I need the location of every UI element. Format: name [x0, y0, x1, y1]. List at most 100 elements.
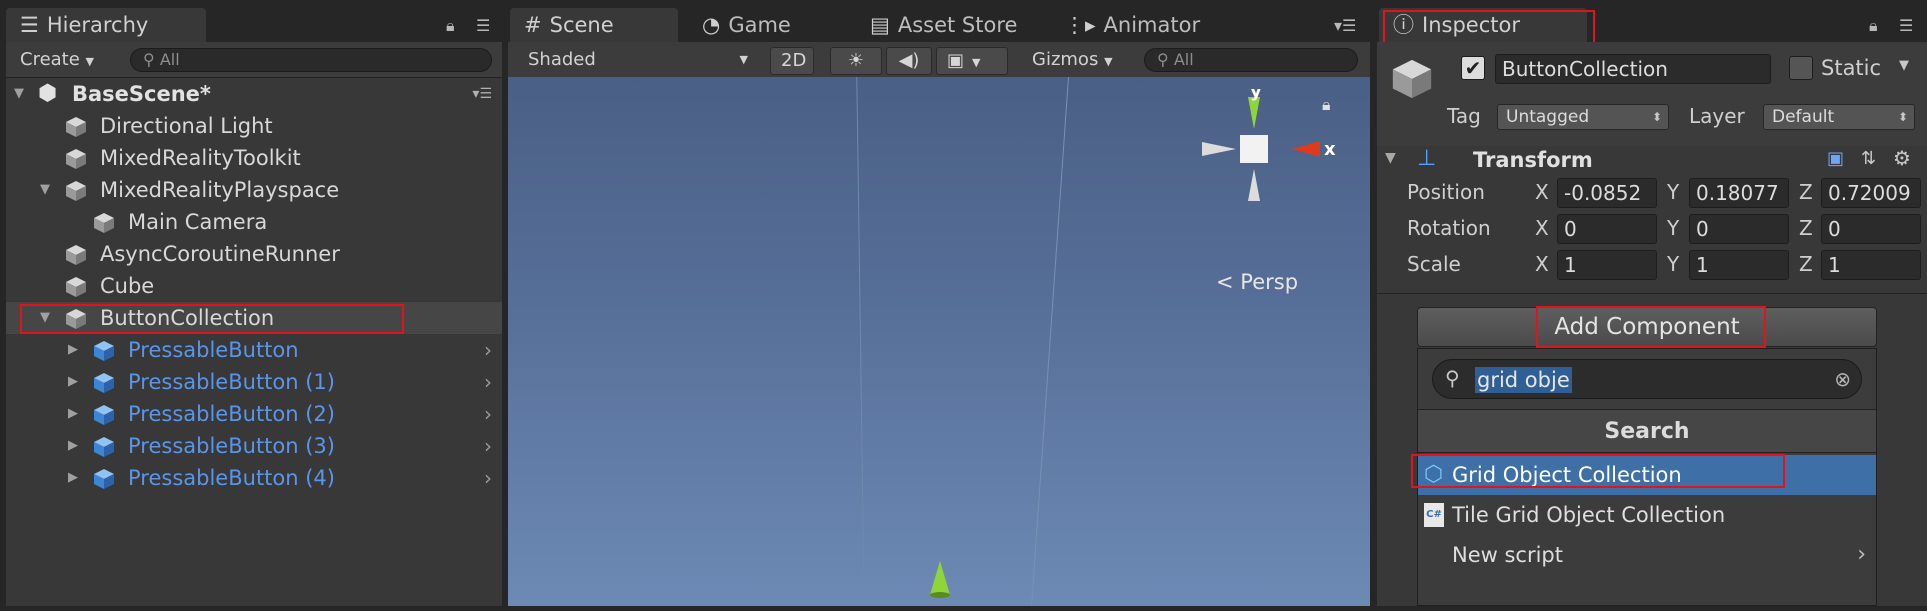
settings-gear-icon[interactable]: ⚙ [1893, 146, 1911, 170]
chevron-right-icon[interactable]: › [484, 398, 492, 430]
scene-search-input[interactable]: ⚲ All [1144, 48, 1358, 72]
collapsed-arrow-icon[interactable]: ▶ [68, 462, 78, 494]
position-x-field[interactable]: -0.0852 [1557, 178, 1657, 208]
rotation-z-field[interactable]: 0 [1821, 214, 1921, 244]
tab-scene[interactable]: # Scene [510, 8, 678, 42]
clear-search-icon[interactable]: ⊗ [1834, 367, 1851, 391]
search-icon: ⚲ [1445, 366, 1460, 390]
effects-dropdown[interactable]: ▣ ▼ [936, 47, 1008, 75]
hierarchy-item-label: MixedRealityPlayspace [100, 178, 340, 202]
tab-hierarchy[interactable]: ☰ Hierarchy [6, 8, 206, 42]
chevron-right-icon[interactable]: › [484, 334, 492, 366]
rotation-y-field[interactable]: 0 [1689, 214, 1789, 244]
scale-z-field[interactable]: 1 [1821, 250, 1921, 280]
expand-arrow-icon[interactable]: ▼ [40, 174, 50, 206]
panel-menu-icon[interactable]: ▾☰ [1334, 16, 1356, 35]
axis-neg-x-cone[interactable] [1202, 142, 1236, 156]
hierarchy-item-label: PressableButton [128, 338, 299, 362]
inspector-tabbar: ⓘ Inspector 🔒︎ ☰ [1377, 6, 1927, 50]
scene-viewport[interactable]: y x 🔒︎ < Persp [508, 77, 1370, 606]
new-script-item[interactable]: New script › [1418, 535, 1876, 575]
static-checkbox[interactable] [1789, 56, 1813, 80]
scale-y-field[interactable]: 1 [1689, 250, 1789, 280]
hierarchy-item-prefab[interactable]: ▶ PressableButton (4) › [6, 462, 502, 494]
component-result-item[interactable]: C# Tile Grid Object Collection [1418, 495, 1876, 535]
tag-dropdown[interactable]: Untagged ⬍ [1497, 104, 1669, 130]
scale-x-field[interactable]: 1 [1557, 250, 1657, 280]
grid-line [856, 77, 865, 606]
checkmark-icon: ✔ [1464, 56, 1482, 80]
layer-dropdown[interactable]: Default ⬍ [1763, 104, 1915, 130]
mode-2d-toggle[interactable]: 2D [770, 47, 814, 75]
gameobject-cube-icon [66, 245, 86, 265]
collapsed-arrow-icon[interactable]: ▶ [68, 366, 78, 398]
tab-game[interactable]: ◔ Game [688, 8, 848, 42]
hierarchy-item-prefab[interactable]: ▶ PressableButton › [6, 334, 502, 366]
tab-asset-store[interactable]: ▤ Asset Store [856, 8, 1046, 42]
scene-y-axis-handle[interactable] [926, 559, 954, 601]
hierarchy-search-placeholder: All [159, 50, 180, 69]
hierarchy-search-input[interactable]: ⚲ All [130, 48, 492, 72]
tab-game-label: Game [728, 13, 791, 37]
position-y-value: 0.18077 [1696, 181, 1779, 205]
tab-animator[interactable]: ⋮▸ Animator [1050, 8, 1240, 42]
projection-toggle[interactable]: < Persp [1216, 270, 1298, 294]
hierarchy-item[interactable]: Directional Light [6, 110, 502, 142]
lighting-toggle[interactable]: ☀ [830, 47, 882, 75]
orientation-gizmo[interactable]: y x [1196, 89, 1336, 239]
hierarchy-item-prefab[interactable]: ▶ PressableButton (3) › [6, 430, 502, 462]
position-z-field[interactable]: 0.72009 [1821, 178, 1921, 208]
component-search-input[interactable]: ⚲ grid obje ⊗ [1432, 359, 1862, 399]
scene-menu-icon[interactable]: ▾☰ [472, 78, 492, 110]
gameobject-cube-icon [66, 277, 86, 297]
position-y-field[interactable]: 0.18077 [1689, 178, 1789, 208]
scene-root-row[interactable]: ▼ ⬢ BaseScene* ▾☰ [6, 78, 502, 110]
hierarchy-item-label: PressableButton (2) [128, 402, 335, 426]
lock-icon[interactable]: 🔒︎ [446, 16, 455, 36]
axis-neg-y-cone[interactable] [1248, 169, 1260, 201]
grid-line [1031, 77, 1069, 606]
updown-arrow-icon: ⬍ [1897, 110, 1908, 124]
hierarchy-item[interactable]: Cube [6, 270, 502, 302]
lock-icon[interactable]: 🔒︎ [1869, 16, 1878, 36]
panel-menu-icon[interactable]: ☰ [476, 16, 490, 35]
static-dropdown-arrow-icon[interactable]: ▼ [1899, 58, 1909, 73]
create-button[interactable]: Create ▼ [10, 47, 104, 73]
object-name-field[interactable]: ButtonCollection [1495, 54, 1771, 84]
foldout-arrow-icon[interactable]: ▼ [1385, 150, 1396, 166]
audio-toggle[interactable]: ◀) [886, 47, 932, 75]
shading-mode-dropdown[interactable]: Shaded ▼ [518, 47, 754, 73]
hierarchy-item[interactable]: MixedRealityToolkit [6, 142, 502, 174]
prefab-cube-icon [94, 373, 114, 393]
lock-icon[interactable]: 🔒︎ [1322, 95, 1331, 115]
hierarchy-item-label: PressableButton (4) [128, 466, 335, 490]
gizmos-dropdown[interactable]: Gizmos ▼ [1022, 47, 1123, 73]
hierarchy-item-prefab[interactable]: ▶ PressableButton (2) › [6, 398, 502, 430]
panel-menu-icon[interactable]: ☰ [1899, 16, 1913, 35]
collapsed-arrow-icon[interactable]: ▶ [68, 334, 78, 366]
chevron-right-icon[interactable]: › [484, 430, 492, 462]
hierarchy-item[interactable]: AsyncCoroutineRunner [6, 238, 502, 270]
dropdown-arrow-icon: ▼ [85, 55, 95, 68]
expand-arrow-icon[interactable]: ▼ [14, 78, 24, 110]
axis-x-label: x [1324, 139, 1336, 160]
collapsed-arrow-icon[interactable]: ▶ [68, 430, 78, 462]
prefab-cube-icon [94, 469, 114, 489]
collapsed-arrow-icon[interactable]: ▶ [68, 398, 78, 430]
preset-icon[interactable]: ⇅ [1861, 148, 1876, 169]
list-icon: ☰ [20, 13, 39, 37]
static-label: Static [1821, 56, 1882, 80]
gizmo-center-cube[interactable] [1240, 135, 1268, 163]
create-button-label: Create [20, 49, 80, 70]
rotation-x-field[interactable]: 0 [1557, 214, 1657, 244]
hierarchy-item[interactable]: ▼ MixedRealityPlayspace [6, 174, 502, 206]
csharp-script-icon: C# [1424, 503, 1444, 527]
axis-x-cone[interactable] [1292, 141, 1320, 157]
active-checkbox[interactable]: ✔ [1461, 56, 1485, 80]
hierarchy-item-prefab[interactable]: ▶ PressableButton (1) › [6, 366, 502, 398]
hierarchy-item[interactable]: Main Camera [6, 206, 502, 238]
chevron-right-icon[interactable]: › [484, 366, 492, 398]
help-book-icon[interactable]: ▣ [1827, 148, 1844, 169]
chevron-right-icon[interactable]: › [484, 462, 492, 494]
object-header: ✔ ButtonCollection Static ▼ Tag Untagged… [1377, 42, 1927, 152]
